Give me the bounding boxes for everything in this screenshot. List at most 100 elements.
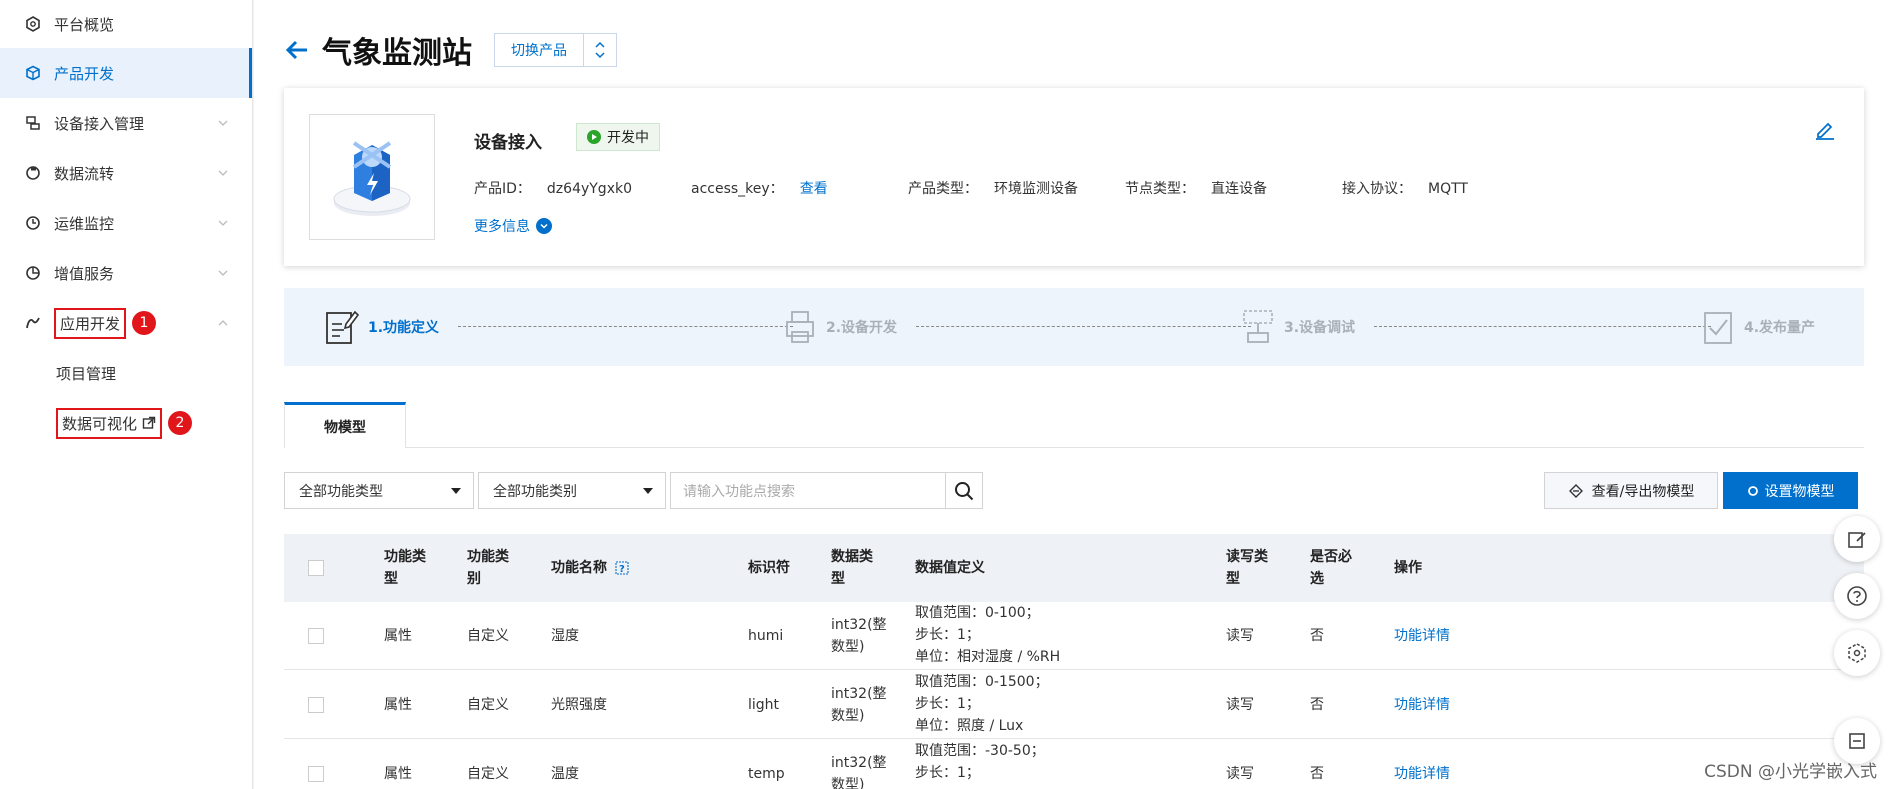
- meta-value: 环境监测设备: [994, 181, 1078, 197]
- cell-definition: 取值范围：-30-50； 步长：1；: [915, 740, 1045, 784]
- col-header-name: 功能名称 ?: [551, 557, 629, 579]
- sidebar-subitem-projects[interactable]: 项目管理: [0, 348, 252, 398]
- col-header: 功能类别: [467, 549, 509, 587]
- search-input[interactable]: 请输入功能点搜索: [671, 473, 945, 508]
- select-all-checkbox[interactable]: [308, 560, 324, 576]
- sidebar-item-value-added[interactable]: 增值服务: [0, 248, 252, 298]
- row-checkbox[interactable]: [308, 766, 324, 782]
- pie-icon: [24, 264, 42, 282]
- search-button[interactable]: [945, 473, 982, 508]
- cell-identifier: temp: [748, 766, 785, 782]
- float-feedback-button[interactable]: [1834, 516, 1880, 562]
- sidebar-item-device-access[interactable]: 设备接入管理: [0, 98, 252, 148]
- sidebar-item-app-dev[interactable]: 应用开发 1: [0, 298, 252, 348]
- meta-label: 产品类型：: [908, 181, 978, 197]
- chevron-down-icon[interactable]: [216, 266, 230, 280]
- step-debug[interactable]: 3.设备调试: [1240, 308, 1355, 346]
- printer-icon: [786, 311, 814, 343]
- cell-definition: 取值范围：0-1500； 步长：1； 单位：照度 / Lux: [915, 671, 1049, 737]
- minimize-icon: [1849, 733, 1865, 749]
- cell-category: 自定义: [467, 766, 509, 782]
- col-header: 是否必选: [1310, 549, 1352, 587]
- chevron-down-icon[interactable]: [216, 116, 230, 130]
- step-label: 2.设备开发: [826, 320, 898, 336]
- sidebar-item-label: 数据流转: [54, 164, 115, 183]
- cell-category: 自定义: [467, 697, 509, 713]
- def-line: 步长：1；: [915, 627, 980, 643]
- tab-thing-model[interactable]: 物模型: [284, 402, 406, 448]
- def-line: 步长：1；: [915, 696, 980, 712]
- app-dev-icon: [24, 314, 42, 332]
- def-line: 单位：相对湿度 / %RH: [915, 649, 1061, 665]
- sidebar-item-product-dev[interactable]: 产品开发: [0, 48, 252, 98]
- cell-rw: 读写: [1226, 628, 1254, 644]
- float-help-button[interactable]: [1834, 573, 1880, 619]
- chevron-down-icon[interactable]: [216, 216, 230, 230]
- workflow-steps: 1.功能定义 2.设备开发 3.设备调试 4.发布量产: [284, 288, 1864, 366]
- external-link-icon: [142, 416, 156, 429]
- col-header: 功能类型: [384, 549, 426, 587]
- cell-rw: 读写: [1226, 697, 1254, 713]
- step-develop[interactable]: 2.设备开发: [782, 308, 897, 346]
- sidebar-item-ops-monitor[interactable]: 运维监控: [0, 198, 252, 248]
- annotation-badge: 1: [132, 311, 157, 335]
- set-model-button[interactable]: 设置物模型: [1723, 472, 1858, 509]
- clipboard-check-icon: [1704, 312, 1732, 344]
- step-define[interactable]: 1.功能定义: [324, 308, 439, 346]
- meta-node-type: 节点类型： 直连设备: [1125, 178, 1267, 198]
- col-header: 数据类型: [831, 549, 873, 587]
- product-info-card: 设备接入 开发中 产品ID： dz64yYgxk0 access_key： 查看 产…: [284, 88, 1864, 266]
- sidebar-item-overview[interactable]: 平台概览: [0, 0, 252, 48]
- edit-icon[interactable]: [1814, 118, 1836, 140]
- row-checkbox[interactable]: [308, 628, 324, 644]
- annotation-badge: 2: [168, 411, 193, 435]
- clock-icon: [24, 214, 42, 232]
- more-info-link[interactable]: 更多信息: [474, 216, 552, 236]
- sidebar-item-label: 设备接入管理: [54, 114, 145, 133]
- export-icon: [1568, 483, 1583, 498]
- view-access-key-link[interactable]: 查看: [800, 181, 828, 197]
- chevron-down-icon[interactable]: [216, 166, 230, 180]
- step-connector: [1374, 326, 1711, 327]
- step-label: 3.设备调试: [1284, 320, 1356, 336]
- page-header: 气象监测站 切换产品: [284, 28, 617, 72]
- function-detail-link[interactable]: 功能详情: [1394, 694, 1450, 716]
- cell-required: 否: [1310, 697, 1324, 713]
- help-icon[interactable]: ?: [615, 561, 629, 575]
- meta-protocol: 接入协议： MQTT: [1342, 178, 1468, 198]
- cell-type: 属性: [384, 628, 412, 644]
- sidebar-item-data-flow[interactable]: 数据流转: [0, 148, 252, 198]
- filter-function-type-select[interactable]: 全部功能类型: [284, 472, 474, 509]
- def-line: 步长：1；: [915, 765, 980, 781]
- button-label: 查看/导出物模型: [1591, 483, 1695, 500]
- meta-value: MQTT: [1428, 181, 1468, 197]
- view-export-model-button[interactable]: 查看/导出物模型: [1544, 472, 1718, 509]
- cube-icon: [24, 64, 42, 82]
- cell-name: 温度: [551, 766, 579, 782]
- product-image: [309, 114, 435, 240]
- step-label: 1.功能定义: [368, 320, 440, 336]
- cell-name: 光照强度: [551, 697, 607, 713]
- sidebar-subitem-label: 数据可视化: [62, 414, 138, 433]
- help-circle-icon: [1847, 586, 1867, 606]
- col-header: 读写类型: [1226, 549, 1268, 587]
- step-release[interactable]: 4.发布量产: [1700, 308, 1815, 346]
- sidebar-item-label: 产品开发: [54, 64, 115, 83]
- sidebar-item-label: 运维监控: [54, 214, 115, 233]
- flow-icon: [24, 164, 42, 182]
- cell-category: 自定义: [467, 628, 509, 644]
- float-service-button[interactable]: [1834, 630, 1880, 676]
- sidebar-subitem-data-visual[interactable]: 数据可视化 2: [0, 398, 252, 448]
- sidebar-item-label: 增值服务: [54, 264, 115, 283]
- chevron-up-icon[interactable]: [216, 316, 230, 330]
- function-detail-link[interactable]: 功能详情: [1394, 625, 1450, 647]
- service-icon: [1848, 643, 1866, 663]
- back-arrow-icon[interactable]: [284, 37, 310, 63]
- filter-function-category-select[interactable]: 全部功能类别: [478, 472, 666, 509]
- meta-label: 节点类型：: [1125, 181, 1195, 197]
- switch-product-button[interactable]: 切换产品: [494, 33, 617, 67]
- network-node-icon: [1243, 310, 1273, 343]
- tab-bar: 物模型: [284, 402, 1864, 448]
- function-detail-link[interactable]: 功能详情: [1394, 763, 1450, 785]
- row-checkbox[interactable]: [308, 697, 324, 713]
